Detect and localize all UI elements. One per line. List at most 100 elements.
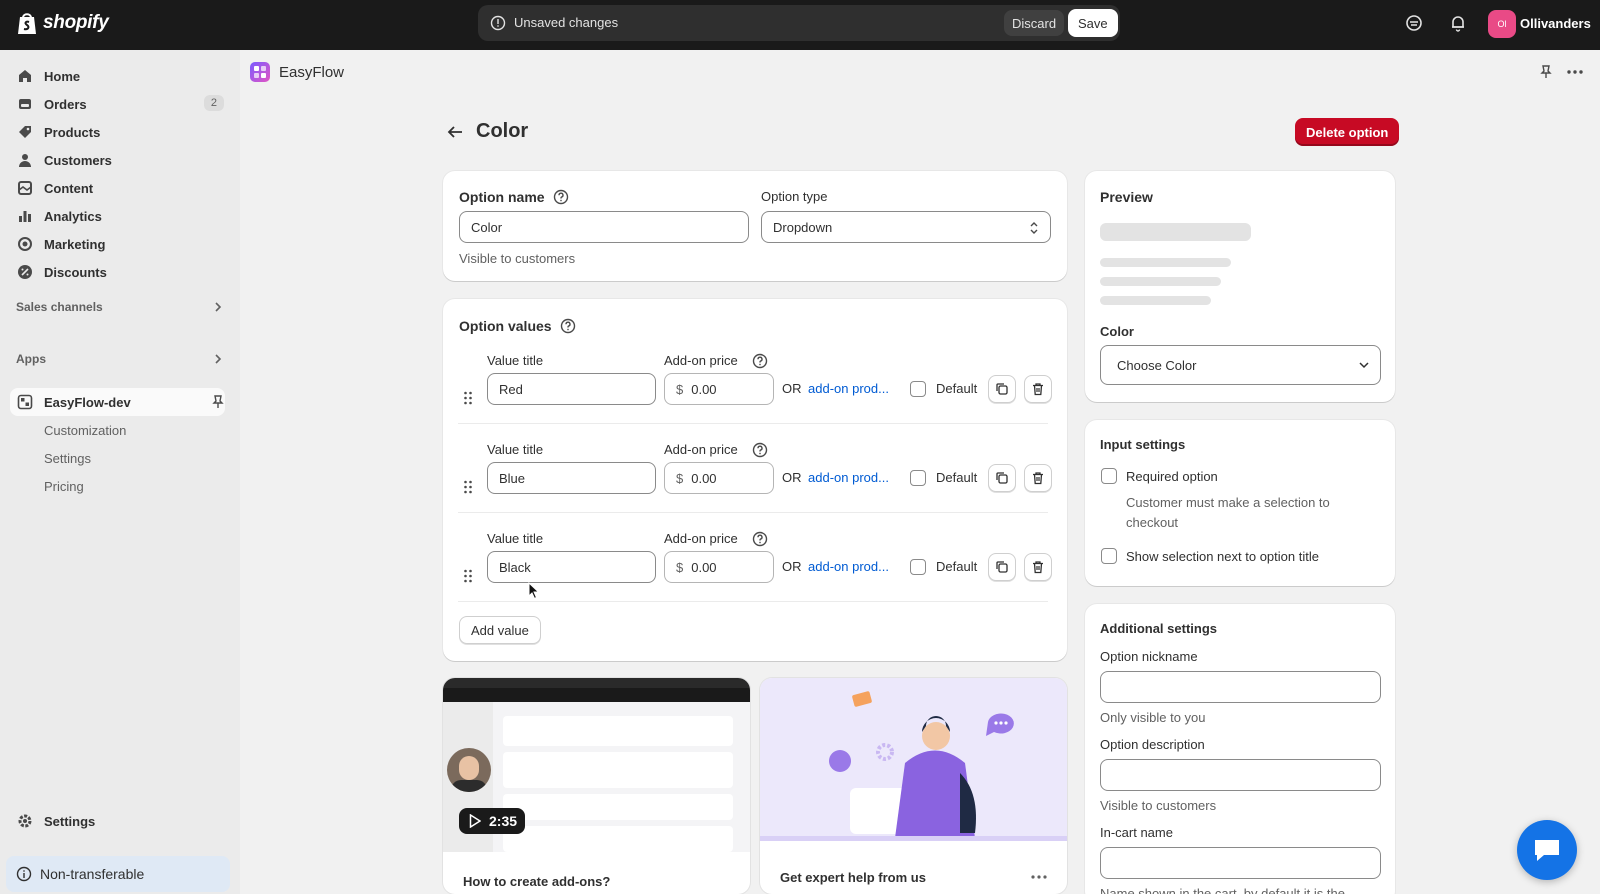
delete-option-button[interactable]: Delete option (1295, 118, 1400, 146)
in-cart-name-input[interactable] (1100, 847, 1381, 879)
sidebar-subitem-customization[interactable]: Customization (44, 423, 126, 438)
sales-channels-header[interactable]: Sales channels (16, 300, 224, 314)
help-circle-icon[interactable] (560, 318, 576, 334)
additional-settings-title: Additional settings (1100, 621, 1217, 636)
apps-header[interactable]: Apps (16, 352, 224, 366)
drag-handle-icon[interactable] (463, 391, 473, 405)
option-name-input[interactable]: Color (459, 211, 749, 243)
video-thumbnail[interactable]: 2:35 (443, 678, 750, 852)
sidebar-item-home[interactable]: Home (16, 64, 224, 88)
sidebar-item-discounts[interactable]: Discounts (16, 260, 224, 284)
sidebar-item-label: Analytics (44, 208, 102, 224)
sidebar-item-label: Marketing (44, 236, 106, 252)
sidebar-app-row[interactable]: EasyFlow-dev (16, 390, 224, 414)
help-circle-icon[interactable] (752, 442, 768, 458)
sidebar-item-label: Content (44, 180, 94, 196)
drag-handle-icon[interactable] (463, 569, 473, 583)
sidebar-item-customers[interactable]: Customers (16, 148, 224, 172)
more-horizontal-icon[interactable] (1030, 872, 1048, 882)
drag-handle-icon[interactable] (463, 480, 473, 494)
sidebar-subitem-settings[interactable]: Settings (44, 451, 91, 466)
app-header-title: EasyFlow (279, 63, 345, 81)
pin-icon[interactable] (210, 394, 226, 410)
sidebar-item-label: Customers (44, 152, 112, 168)
option-nickname-input[interactable] (1100, 671, 1381, 703)
chevron-right-icon (212, 353, 224, 365)
save-button[interactable]: Save (1068, 9, 1118, 37)
addon-product-link[interactable]: add-on prod... (808, 559, 889, 574)
sidebar-item-marketing[interactable]: Marketing (16, 232, 224, 256)
input-settings-card: Input settings Required option Customer … (1085, 420, 1395, 586)
preview-color-select[interactable]: Choose Color (1100, 345, 1381, 385)
option-description-input[interactable] (1100, 759, 1381, 791)
or-text: OR (782, 559, 802, 574)
or-text: OR (782, 470, 802, 485)
option-name-help-text: Visible to customers (459, 251, 576, 266)
addon-price-input[interactable]: $ 0.00 (664, 462, 774, 494)
tag-icon (16, 123, 34, 141)
play-button[interactable]: 2:35 (459, 808, 525, 834)
additional-settings-card: Additional settings Option nickname Only… (1085, 604, 1395, 894)
easyflow-logo-icon (250, 62, 270, 82)
delete-value-button[interactable] (1024, 553, 1052, 581)
expert-help-card[interactable]: Get expert help from us (760, 678, 1067, 894)
help-circle-icon[interactable] (752, 531, 768, 547)
help-circle-icon[interactable] (752, 353, 768, 369)
sidebar-item-analytics[interactable]: Analytics (16, 204, 224, 228)
thumb-browser-bar (443, 678, 750, 688)
option-type-value: Dropdown (773, 219, 833, 235)
addon-price-value: 0.00 (691, 559, 717, 575)
sidebar-item-products[interactable]: Products (16, 120, 224, 144)
thumb-card (503, 826, 733, 852)
required-option-help: Customer must make a selection to checko… (1126, 495, 1330, 530)
sidebar-subitem-pricing[interactable]: Pricing (44, 479, 84, 494)
value-title-input[interactable]: Black (487, 551, 656, 583)
sidebar-item-content[interactable]: Content (16, 176, 224, 200)
default-checkbox[interactable] (910, 470, 926, 486)
help-circle-icon[interactable] (553, 189, 569, 205)
skeleton-line (1100, 296, 1211, 305)
value-title-input[interactable]: Blue (487, 462, 656, 494)
shopify-logo[interactable]: shopify (16, 11, 109, 35)
avatar[interactable]: Ol (1488, 10, 1516, 38)
thumb-card (503, 794, 733, 820)
delete-value-button[interactable] (1024, 375, 1052, 403)
sidebar-item-settings[interactable]: Settings (16, 809, 224, 833)
addon-price-input[interactable]: $ 0.00 (664, 551, 774, 583)
store-name[interactable]: Ollivanders (1520, 16, 1591, 31)
pin-icon[interactable] (1538, 64, 1554, 80)
value-title-input[interactable]: Red (487, 373, 656, 405)
addon-price-label: Add-on price (664, 442, 738, 457)
discard-button[interactable]: Discard (1004, 10, 1065, 36)
show-selection-checkbox[interactable] (1101, 548, 1117, 564)
option-type-select[interactable]: Dropdown (761, 211, 1051, 243)
addon-product-link[interactable]: add-on prod... (808, 470, 889, 485)
default-label: Default (936, 470, 978, 485)
more-horizontal-icon[interactable] (1566, 64, 1584, 80)
required-option-checkbox[interactable] (1101, 468, 1117, 484)
sidebar-item-orders[interactable]: Orders 2 (16, 92, 224, 116)
default-checkbox[interactable] (910, 381, 926, 397)
sidebar-item-label: Discounts (44, 264, 107, 280)
duplicate-button[interactable] (988, 375, 1016, 403)
row-divider (458, 423, 1048, 424)
video-tutorial-card[interactable]: 2:35 How to create add-ons? (443, 678, 750, 894)
add-value-button[interactable]: Add value (459, 616, 541, 644)
chevron-down-icon (1358, 360, 1370, 370)
chat-support-button[interactable] (1517, 820, 1577, 880)
input-settings-title: Input settings (1100, 437, 1186, 452)
non-transferable-banner[interactable]: Non-transferable (6, 856, 230, 892)
addon-product-link[interactable]: add-on prod... (808, 381, 889, 396)
back-arrow-icon[interactable] (446, 124, 464, 140)
preview-title: Preview (1100, 189, 1153, 205)
sidebar-app-label: EasyFlow-dev (44, 394, 131, 410)
addon-price-input[interactable]: $ 0.00 (664, 373, 774, 405)
target-icon (16, 235, 34, 253)
duplicate-icon (996, 383, 1008, 395)
duplicate-button[interactable] (988, 553, 1016, 581)
delete-value-button[interactable] (1024, 464, 1052, 492)
duplicate-button[interactable] (988, 464, 1016, 492)
default-checkbox[interactable] (910, 559, 926, 575)
store-inbox-icon[interactable] (1404, 13, 1424, 33)
bell-icon[interactable] (1448, 13, 1468, 33)
